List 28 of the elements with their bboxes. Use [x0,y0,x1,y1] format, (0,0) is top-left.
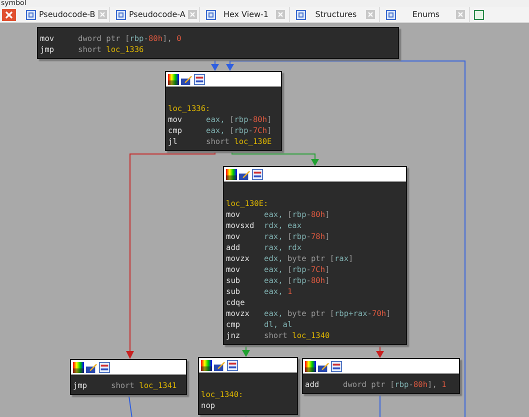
graph-icon[interactable] [99,362,110,372]
graph-icon[interactable] [227,360,238,370]
pencil-icon[interactable] [239,168,250,180]
code-block[interactable] [223,166,407,345]
graph-icon[interactable] [194,74,205,84]
palette-icon[interactable] [226,168,237,180]
tab[interactable]: Structures [290,7,380,22]
tab[interactable]: Pseudocode-B [20,7,110,22]
palette-icon[interactable] [168,74,179,84]
tab[interactable]: Hex View-1 [200,7,290,22]
pencil-icon[interactable] [181,74,192,84]
document-icon [116,10,126,20]
pencil-icon[interactable] [214,360,225,370]
palette-icon[interactable] [305,360,316,372]
pencil-icon[interactable] [318,360,329,372]
graph-icon[interactable] [331,360,342,372]
pencil-icon[interactable] [86,362,97,372]
graph-icon[interactable] [252,168,263,180]
tab[interactable]: Pseudocode-A [110,7,200,22]
document-icon [386,10,396,20]
window-icon[interactable] [474,10,484,20]
palette-icon[interactable] [201,360,212,370]
tab[interactable]: Enums [380,7,470,22]
document-icon [296,10,306,20]
close-icon[interactable] [2,8,16,20]
document-icon [206,10,216,20]
document-icon [26,10,36,20]
palette-icon[interactable] [73,362,84,372]
